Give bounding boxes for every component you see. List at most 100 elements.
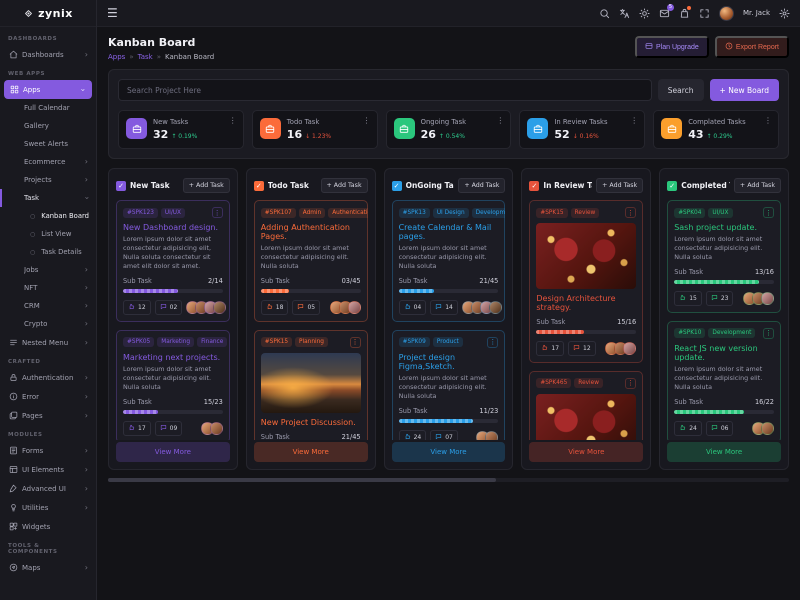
kanban-card[interactable]: #SPK15Review⋮Design Architecture strateg… bbox=[529, 200, 643, 363]
card-title[interactable]: Adding Authentication Pages. bbox=[261, 223, 361, 241]
sidebar-item-crm[interactable]: CRM› bbox=[0, 297, 96, 315]
kanban-card[interactable]: #SPK15Planning⋮New Project Discussion.Su… bbox=[254, 330, 368, 440]
card-title[interactable]: New Dashboard design. bbox=[123, 223, 223, 232]
likes-chip[interactable]: 15 bbox=[674, 291, 702, 306]
comments-chip[interactable]: 07 bbox=[430, 430, 458, 440]
stat-card-new-tasks[interactable]: New Tasks32↑ 0.19%⋮ bbox=[118, 110, 244, 149]
sidebar-item-task[interactable]: Task› bbox=[0, 189, 96, 207]
likes-chip[interactable]: 12 bbox=[123, 300, 151, 315]
stat-card-complated-tasks[interactable]: Complated Tasks43↑ 0.29%⋮ bbox=[653, 110, 779, 149]
hamburger-menu-icon[interactable]: ☰ bbox=[107, 7, 118, 19]
kanban-card[interactable]: #SPK107AdminAuthentication⋮Adding Authen… bbox=[254, 200, 368, 322]
breadcrumb-item[interactable]: Task bbox=[138, 53, 153, 61]
view-more-button[interactable]: View More bbox=[254, 442, 368, 462]
sidebar-item-forms[interactable]: Forms› bbox=[0, 441, 96, 460]
add-task-button[interactable]: + Add Task bbox=[596, 178, 643, 193]
kebab-menu-icon[interactable]: ⋮ bbox=[229, 117, 237, 125]
card-title[interactable]: Project design Figma,Sketch. bbox=[399, 353, 499, 371]
column-checkbox[interactable]: ✓ bbox=[529, 181, 539, 191]
kanban-card[interactable]: #SPK04UI/UX⋮Sash project update.Lorem ip… bbox=[667, 200, 781, 313]
new-board-button[interactable]: + New Board bbox=[710, 79, 779, 101]
avatar[interactable] bbox=[623, 342, 636, 355]
kebab-menu-icon[interactable]: ⋮ bbox=[496, 117, 504, 125]
add-task-button[interactable]: + Add Task bbox=[734, 178, 781, 193]
card-tag[interactable]: #SPK465 bbox=[536, 378, 571, 388]
card-tag[interactable]: UI Design bbox=[433, 208, 469, 218]
horizontal-scrollbar[interactable] bbox=[108, 478, 789, 482]
sidebar-item-ecommerce[interactable]: Ecommerce› bbox=[0, 153, 96, 171]
card-tag[interactable]: #SPK13 bbox=[399, 208, 430, 218]
breadcrumb-item[interactable]: Apps bbox=[108, 53, 125, 61]
card-tag[interactable]: Development bbox=[708, 328, 755, 338]
kebab-menu-icon[interactable]: ⋮ bbox=[763, 207, 774, 218]
kanban-card[interactable]: #SPK123UI/UX⋮New Dashboard design.Lorem … bbox=[116, 200, 230, 322]
sidebar-item-task-details[interactable]: ○Task Details bbox=[0, 243, 96, 261]
scrollbar-thumb[interactable] bbox=[108, 478, 496, 482]
bag-icon[interactable] bbox=[679, 8, 690, 19]
sidebar-item-pages[interactable]: Pages› bbox=[0, 406, 96, 425]
comments-chip[interactable]: 12 bbox=[568, 341, 596, 356]
kebab-menu-icon[interactable]: ⋮ bbox=[630, 117, 638, 125]
user-avatar[interactable] bbox=[719, 6, 734, 21]
view-more-button[interactable]: View More bbox=[116, 442, 230, 462]
search-button[interactable]: Search bbox=[658, 79, 704, 101]
comments-chip[interactable]: 06 bbox=[706, 421, 734, 436]
kebab-menu-icon[interactable]: ⋮ bbox=[764, 117, 772, 125]
settings-icon[interactable] bbox=[779, 8, 790, 19]
kanban-card[interactable]: #SPK10Development ⋮ React JS new version u… bbox=[667, 321, 781, 440]
card-tag[interactable]: Review bbox=[571, 208, 600, 218]
kebab-menu-icon[interactable]: ⋮ bbox=[212, 207, 223, 218]
add-task-button[interactable]: + Add Task bbox=[183, 178, 230, 193]
column-checkbox[interactable]: ✓ bbox=[254, 181, 264, 191]
sidebar-item-utilities[interactable]: Utilities› bbox=[0, 498, 96, 517]
column-checkbox[interactable]: ✓ bbox=[667, 181, 677, 191]
card-tag[interactable]: #SPK10 bbox=[674, 328, 705, 338]
add-task-button[interactable]: + Add Task bbox=[458, 178, 505, 193]
card-tag[interactable]: #SPK107 bbox=[261, 208, 296, 218]
likes-chip[interactable]: 17 bbox=[123, 421, 151, 436]
fullscreen-icon[interactable] bbox=[699, 8, 710, 19]
sidebar-item-authentication[interactable]: Authentication› bbox=[0, 368, 96, 387]
card-tag[interactable]: Review bbox=[574, 378, 603, 388]
comments-chip[interactable]: 23 bbox=[706, 291, 734, 306]
comments-chip[interactable]: 09 bbox=[155, 421, 183, 436]
avatar[interactable] bbox=[210, 422, 223, 435]
plan-upgrade-button[interactable]: Plan Upgrade bbox=[635, 36, 709, 58]
view-more-button[interactable]: View More bbox=[392, 442, 506, 462]
comments-chip[interactable]: 14 bbox=[430, 300, 458, 315]
avatar[interactable] bbox=[485, 431, 498, 440]
card-tag[interactable]: Marketing bbox=[157, 337, 194, 347]
card-tag[interactable]: Planning bbox=[295, 337, 328, 347]
export-report-button[interactable]: Export Report bbox=[715, 36, 789, 58]
translate-icon[interactable] bbox=[619, 8, 630, 19]
card-tag[interactable]: Admin bbox=[299, 208, 325, 218]
mail-icon[interactable]: 5 bbox=[659, 8, 670, 19]
card-tag[interactable]: Development bbox=[472, 208, 506, 218]
card-title[interactable]: React JS new version update. bbox=[674, 344, 774, 362]
sidebar-item-apps[interactable]: Apps› bbox=[4, 80, 92, 99]
kebab-menu-icon[interactable]: ⋮ bbox=[763, 328, 774, 339]
likes-chip[interactable]: 04 bbox=[399, 300, 427, 315]
avatar[interactable] bbox=[761, 292, 774, 305]
stat-card-in-review-tasks[interactable]: In Review Tasks52↓ 0.16%⋮ bbox=[519, 110, 645, 149]
sidebar-item-nested-menu[interactable]: Nested Menu› bbox=[0, 333, 96, 352]
logo[interactable]: zynix bbox=[0, 0, 96, 27]
kanban-card[interactable]: #SPK05MarketingFinance⋮Marketing next pr… bbox=[116, 330, 230, 440]
card-tag[interactable]: UI/UX bbox=[708, 208, 732, 218]
comments-chip[interactable]: 05 bbox=[292, 300, 320, 315]
card-tag[interactable]: #SPK123 bbox=[123, 208, 158, 218]
sidebar-item-nft[interactable]: NFT› bbox=[0, 279, 96, 297]
view-more-button[interactable]: View More bbox=[667, 442, 781, 462]
kebab-menu-icon[interactable]: ⋮ bbox=[625, 378, 636, 389]
card-tag[interactable]: #SPK15 bbox=[536, 208, 567, 218]
stat-card-todo-task[interactable]: Todo Task16↓ 1.23%⋮ bbox=[252, 110, 378, 149]
card-tag[interactable]: Finance bbox=[197, 337, 227, 347]
add-task-button[interactable]: + Add Task bbox=[321, 178, 368, 193]
avatar[interactable] bbox=[489, 301, 502, 314]
avatar[interactable] bbox=[213, 301, 226, 314]
card-tag[interactable]: #SPK05 bbox=[123, 337, 154, 347]
card-title[interactable]: Design Architecture strategy. bbox=[536, 294, 636, 312]
sidebar-item-sweet-alerts[interactable]: Sweet Alerts bbox=[0, 135, 96, 153]
sidebar-item-dashboards[interactable]: Dashboards› bbox=[0, 45, 96, 64]
sidebar-item-full-calendar[interactable]: Full Calendar bbox=[0, 99, 96, 117]
